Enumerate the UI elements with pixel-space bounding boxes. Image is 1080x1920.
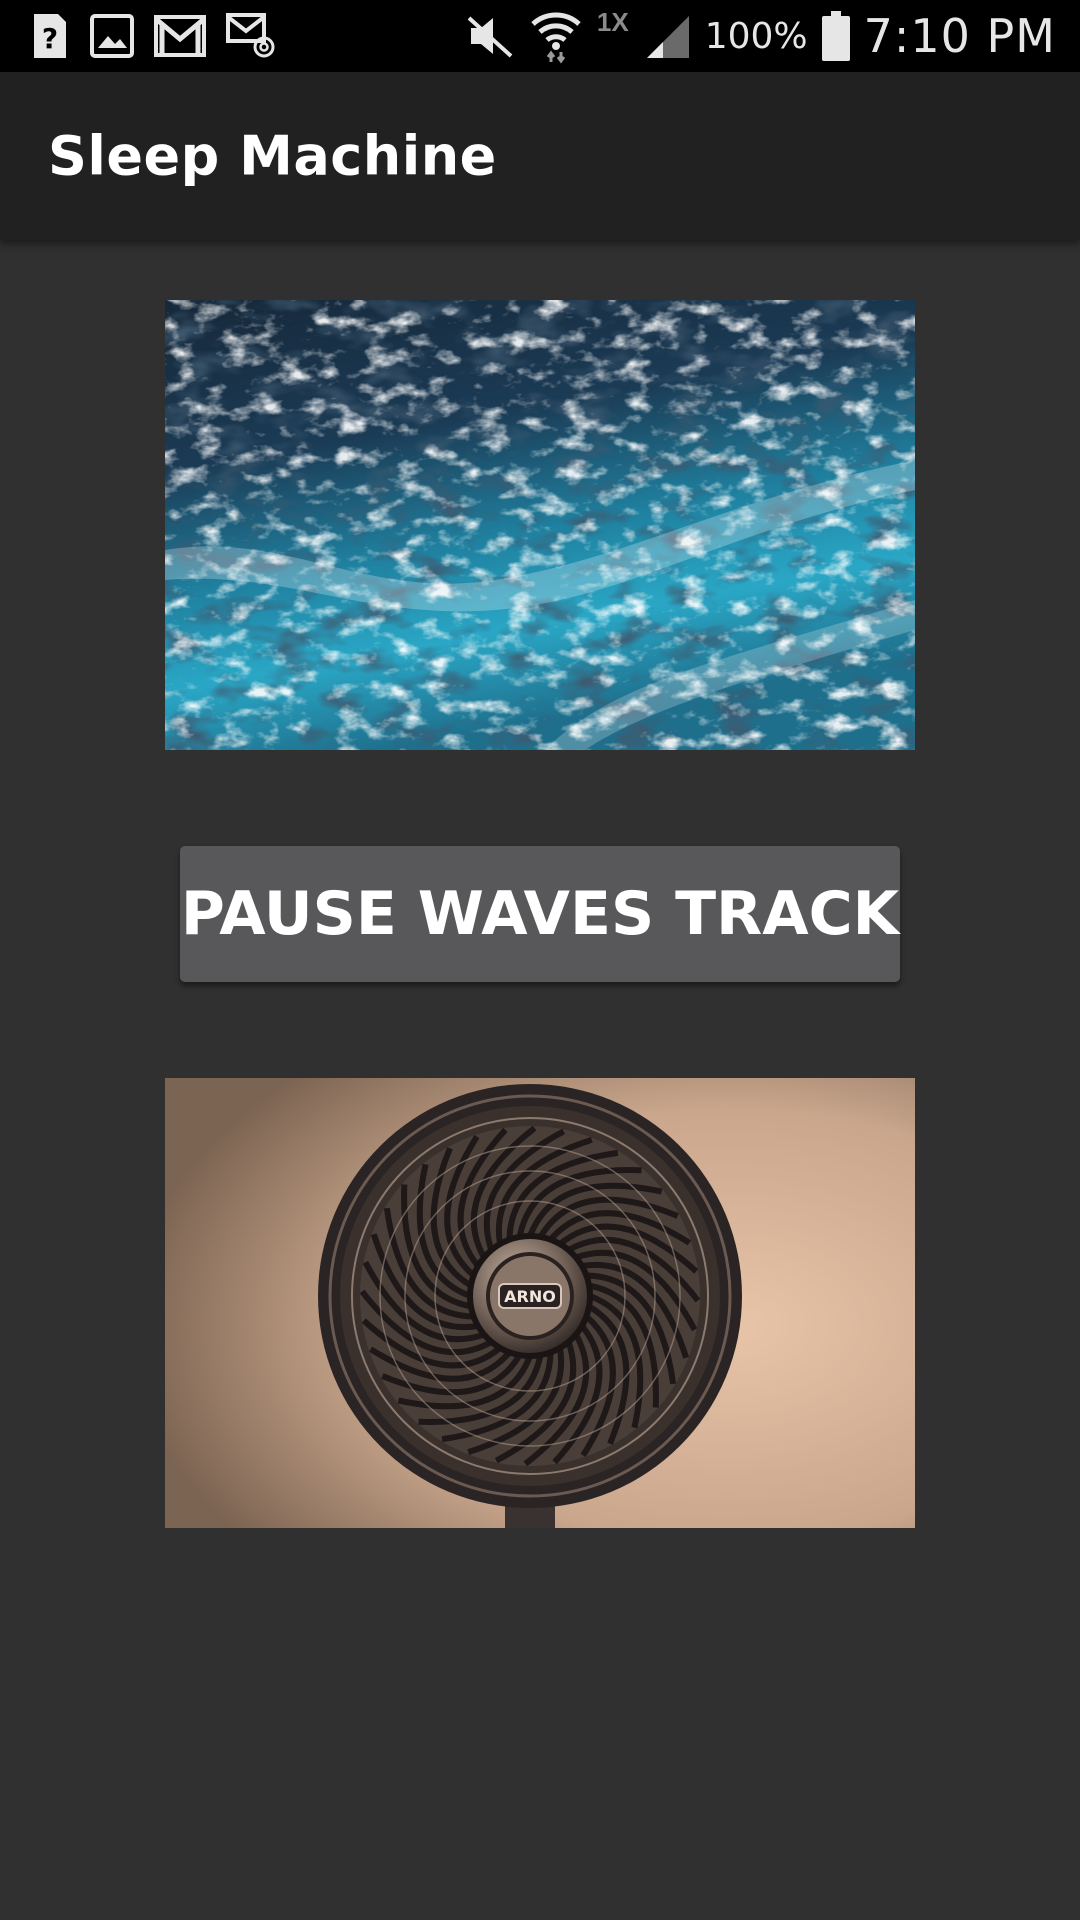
- battery-percent: 100%: [704, 15, 808, 57]
- main-content: PAUSE WAVES TRACK ARNO: [0, 240, 1080, 1920]
- status-bar: ? 1X 100% 7:10 PM: [0, 0, 1080, 72]
- status-bar-notifications: ?: [30, 8, 276, 64]
- email-at-icon: [226, 13, 276, 59]
- help-icon: ?: [30, 12, 70, 60]
- svg-text:?: ?: [42, 22, 58, 55]
- cellular-signal-icon: [643, 12, 691, 60]
- pause-waves-track-button[interactable]: PAUSE WAVES TRACK: [180, 846, 900, 982]
- app-bar: Sleep Machine: [0, 72, 1080, 240]
- electric-fan-image: ARNO: [165, 1078, 915, 1528]
- vibrate-icon: [465, 14, 515, 58]
- gmail-icon: [154, 15, 206, 57]
- network-badge: 1X: [596, 6, 629, 37]
- image-icon: [90, 14, 134, 58]
- fan-image[interactable]: ARNO: [165, 1078, 915, 1528]
- fan-brand-label: ARNO: [504, 1287, 556, 1306]
- status-bar-system: 1X 100% 7:10 PM: [465, 0, 1056, 72]
- app-title: Sleep Machine: [48, 124, 497, 188]
- clock: 7:10 PM: [863, 9, 1056, 63]
- ocean-waves-image: [165, 300, 915, 750]
- wifi-icon: [529, 8, 583, 64]
- waves-image[interactable]: [165, 300, 915, 750]
- battery-icon: [821, 11, 850, 61]
